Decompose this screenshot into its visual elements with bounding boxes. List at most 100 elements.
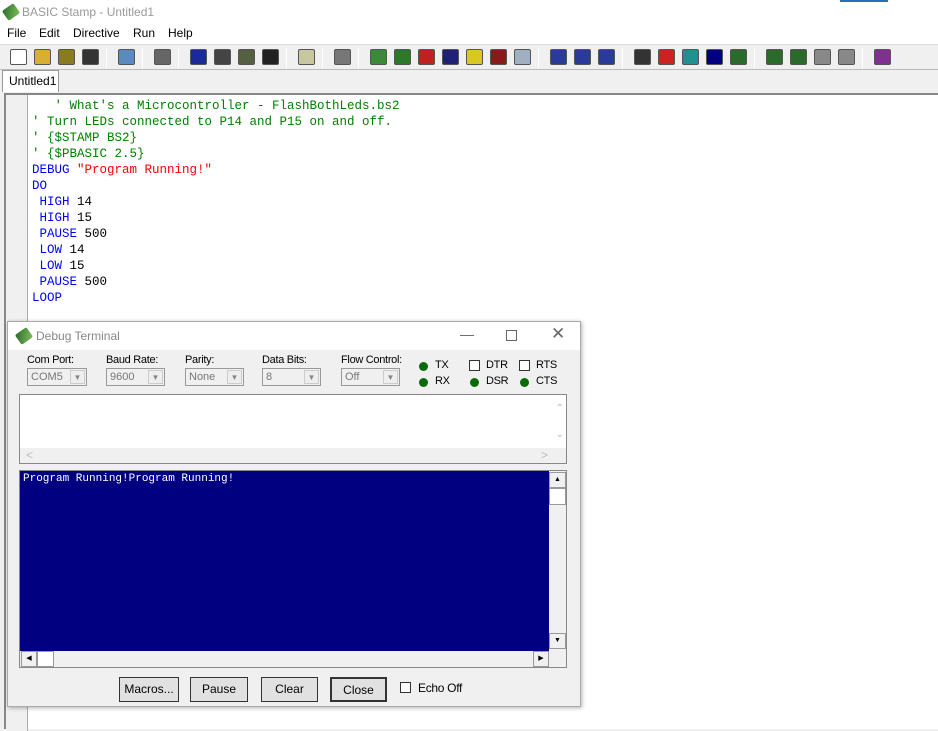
stamp-bs1-icon[interactable] [370,49,387,65]
binoculars-icon[interactable] [262,49,279,65]
comment-token: ' What's a Microcontroller - FlashBothLe… [32,99,400,113]
open-folder-icon[interactable] [34,49,51,65]
flow-control-value: Off [345,371,360,383]
menu-run[interactable]: Run [133,26,155,40]
parity-label: Parity: [185,354,215,366]
scroll-left-arrow[interactable]: ◀ [21,651,37,667]
comment-token: ' Turn LEDs connected to P14 and P15 on … [32,115,393,129]
dtr-checkbox[interactable] [469,360,480,371]
chevron-down-icon: ▼ [70,370,85,384]
memory-map-icon[interactable] [298,49,315,65]
preferences-icon[interactable] [334,49,351,65]
print-icon[interactable] [154,49,171,65]
stamp-bs2e-icon[interactable] [418,49,435,65]
toolbar-separator [754,48,755,68]
minimize-button[interactable]: — [460,326,474,342]
receive-horizontal-scrollbar[interactable]: ◀ ▶ [20,651,566,667]
toolbar-separator [178,48,179,68]
maximize-button[interactable] [506,330,517,341]
stamp-bs2p-icon[interactable] [466,49,483,65]
rts-checkbox[interactable] [519,360,530,371]
tx-led-icon [419,362,428,371]
cts-led-icon [520,378,529,387]
code-line: LOW 14 [32,242,85,258]
stamp-bs2px-icon[interactable] [514,49,531,65]
toolbar-separator [622,48,623,68]
menu-file[interactable]: File [7,26,26,40]
scrollbar-thumb[interactable] [37,651,54,667]
memory-icon[interactable] [682,49,699,65]
clear-button[interactable]: Clear [261,677,318,702]
transmit-horizontal-scrollbar[interactable]: < > [20,448,566,463]
string-token: "Program Running!" [77,163,213,177]
scroll-down-arrow[interactable]: ⌄ [556,429,564,440]
stamp-bs2-icon[interactable] [394,49,411,65]
save-icon[interactable] [82,49,99,65]
new-file-icon[interactable] [10,49,27,65]
toolbar [0,44,938,70]
code-line: DEBUG "Program Running!" [32,162,212,178]
copy-icon[interactable] [214,49,231,65]
debug-terminal-1-icon[interactable] [766,49,783,65]
pbasic-2-5-icon[interactable] [598,49,615,65]
baud-rate-label: Baud Rate: [106,354,159,366]
baud-rate-select[interactable]: 9600 ▼ [106,368,165,386]
scroll-left-arrow[interactable]: < [26,448,33,462]
com-port-label: Com Port: [27,354,74,366]
keyword-token: HIGH [32,211,78,225]
close-button[interactable]: Close [330,677,387,702]
keyword-token: LOW [32,243,70,257]
code-line: ' {$PBASIC 2.5} [32,146,145,162]
receive-pane[interactable]: Program Running!Program Running! ▲ ▼ ◀ ▶ [19,470,567,668]
macros-button[interactable]: Macros... [119,677,179,702]
parity-select[interactable]: None ▼ [185,368,244,386]
close-window-button[interactable]: ✕ [551,324,565,344]
pbasic-2-0-icon[interactable] [574,49,591,65]
comment-token: ' {$PBASIC 2.5} [32,147,145,161]
open-from-icon[interactable] [58,49,75,65]
toolbar-separator [106,48,107,68]
stamp-bs2sx-icon[interactable] [442,49,459,65]
menu-help[interactable]: Help [168,26,193,40]
scroll-right-arrow[interactable]: ▶ [533,651,549,667]
help-book-icon[interactable] [874,49,891,65]
flow-control-select[interactable]: Off ▼ [341,368,400,386]
chevron-down-icon: ▼ [304,370,319,384]
transmit-pane[interactable]: ⌃ ⌄ < > [19,394,567,464]
number-token: 14 [77,195,93,209]
menu-edit[interactable]: Edit [39,26,60,40]
paste-icon[interactable] [238,49,255,65]
code-line: ' Turn LEDs connected to P14 and P15 on … [32,114,392,130]
tab-untitled1[interactable]: Untitled1 [2,70,59,92]
check-syntax-icon[interactable] [658,49,675,65]
data-bits-select[interactable]: 8 ▼ [262,368,321,386]
stamp-bs2pe-icon[interactable] [490,49,507,65]
scroll-up-arrow[interactable]: ⌃ [556,403,564,414]
number-token: 500 [84,227,108,241]
scroll-up-arrow[interactable]: ▲ [549,472,566,488]
com-port-value: COM5 [31,371,63,383]
debug-terminal-4-icon[interactable] [838,49,855,65]
receive-vertical-scrollbar[interactable]: ▲ ▼ [549,471,566,651]
keyword-token: PAUSE [32,275,85,289]
baud-rate-value: 9600 [110,371,135,383]
keyword-token: LOOP [32,291,63,305]
debug-terminal-3-icon[interactable] [814,49,831,65]
echo-off-checkbox[interactable] [400,682,411,693]
cut-icon[interactable] [190,49,207,65]
menu-directive[interactable]: Directive [73,26,120,40]
com-port-select[interactable]: COM5 ▼ [27,368,87,386]
identify-icon[interactable] [634,49,651,65]
find-icon[interactable] [118,49,135,65]
scrollbar-thumb[interactable] [549,488,566,505]
debug-terminal-2-icon[interactable] [790,49,807,65]
scroll-right-arrow[interactable]: > [541,448,548,462]
pbasic-1-0-icon[interactable] [550,49,567,65]
scroll-down-arrow[interactable]: ▼ [549,633,566,649]
keyword-token: PAUSE [32,227,85,241]
debug-icon[interactable] [730,49,747,65]
debug-app-icon [14,327,34,345]
pause-button[interactable]: Pause [190,677,248,702]
title-bar: BASIC Stamp - Untitled1 [0,0,938,24]
run-icon[interactable] [706,49,723,65]
